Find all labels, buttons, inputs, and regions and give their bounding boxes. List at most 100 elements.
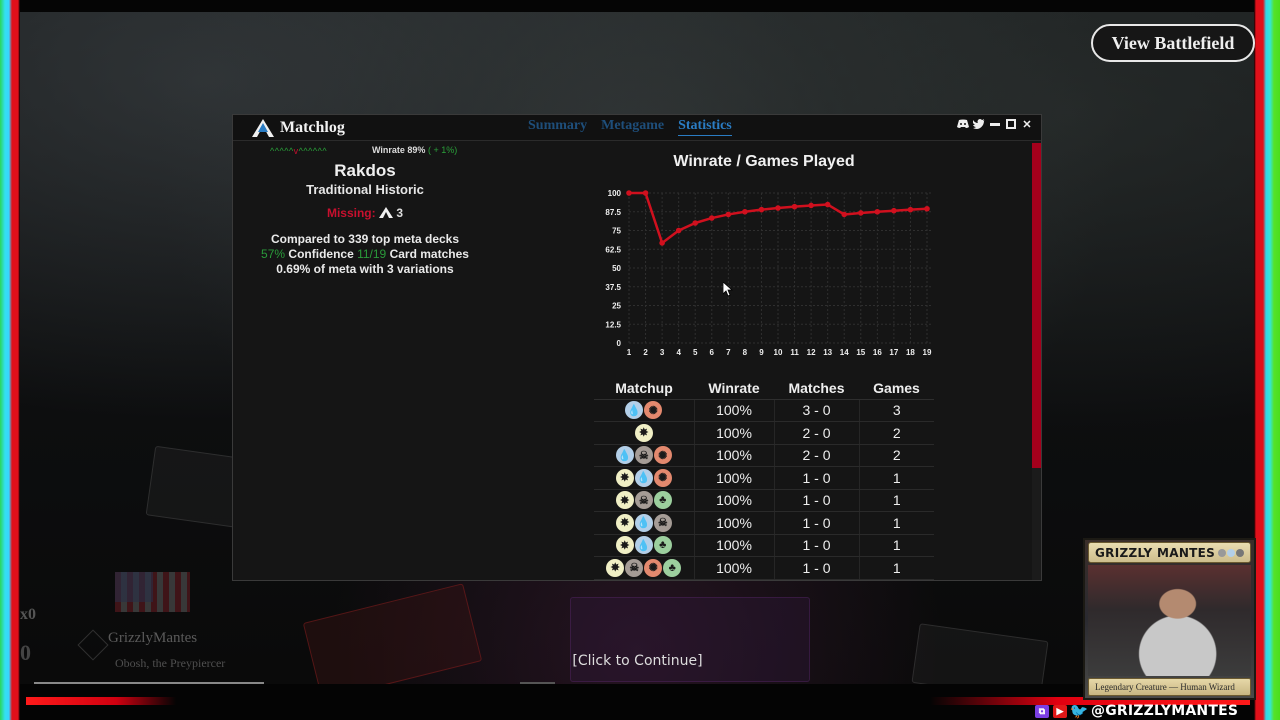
matchup-record: 1 - 0 — [773, 556, 859, 580]
wildcard-icon — [378, 207, 393, 218]
matchlog-tabs: Summary Metagame Statistics — [528, 118, 732, 136]
missing-wildcards: Missing: 3 — [233, 206, 497, 220]
mana-cost-icons — [1218, 548, 1244, 557]
tab-summary[interactable]: Summary — [528, 118, 587, 136]
y-tick-label: 37.5 — [605, 283, 621, 292]
minimize-icon[interactable] — [989, 118, 1001, 130]
column-header-matchup[interactable]: Matchup — [594, 377, 694, 400]
table-row[interactable]: ✸ ☠ ♣ 100% 1 - 01 — [594, 489, 934, 512]
webcam-type-bar: Legendary Creature — Human Wizard — [1088, 678, 1251, 696]
data-point — [675, 227, 682, 234]
compared-text: Compared to 339 top meta decks — [270, 232, 460, 246]
matchup-colors: ✸ ☠ ✺ ♣ — [594, 556, 694, 580]
x-tick-label: 17 — [889, 348, 898, 357]
matchlog-window: Matchlog Summary Metagame Statistics ✕ ^… — [232, 114, 1042, 581]
youtube-icon: ▶ — [1053, 704, 1067, 718]
x-tick-label: 10 — [774, 348, 783, 357]
data-point — [775, 205, 781, 211]
data-point — [642, 190, 649, 196]
table-row[interactable]: ✸ 💧 ♣ 100% 1 - 01 — [594, 534, 934, 557]
column-header-matches[interactable]: Matches — [774, 377, 859, 400]
discord-icon[interactable] — [957, 118, 969, 130]
matchup-games: 1 — [858, 489, 934, 512]
table-row[interactable]: ✸ 💧 ✺ 100% 1 - 01 — [594, 466, 934, 490]
data-point — [891, 207, 897, 214]
matchup-games: 2 — [858, 444, 934, 467]
data-point — [924, 205, 930, 212]
data-point — [742, 208, 748, 215]
mana-black-icon: ☠ — [634, 491, 653, 510]
matchup-record: 2 - 0 — [773, 444, 859, 467]
x-tick-label: 6 — [710, 348, 715, 357]
data-point — [692, 220, 699, 226]
data-point — [874, 208, 881, 215]
matchup-colors: ✸ 💧 ☠ — [594, 511, 694, 535]
matchup-table: Matchup Winrate Matches Games 💧 ✺ 100% 3 - … — [594, 377, 934, 580]
view-battlefield-button[interactable]: View Battlefield — [1091, 24, 1255, 62]
x-tick-label: 15 — [856, 348, 865, 357]
twitter-icon[interactable] — [973, 118, 985, 130]
mana-blue-icon: 💧 — [634, 513, 653, 532]
x-tick-label: 2 — [643, 348, 648, 357]
x-tick-label: 5 — [693, 348, 698, 357]
matchlog-header: Matchlog Summary Metagame Statistics ✕ — [233, 115, 1041, 141]
webcam-title-bar: GRIZZLY MANTES — [1088, 542, 1251, 563]
y-tick-label: 25 — [612, 302, 621, 311]
table-row[interactable]: 💧 ☠ ✺ 100% 2 - 02 — [594, 444, 934, 467]
matchup-record: 1 - 0 — [773, 511, 859, 535]
deck-winrate: Winrate 89% ( + 1%) — [372, 145, 457, 155]
data-point — [791, 203, 798, 210]
life-count: 0 — [20, 640, 31, 665]
matchup-colors: ✸ 💧 ♣ — [594, 534, 694, 557]
win-loss-streak: ^^^^^v^^^^^^ — [270, 146, 327, 156]
click-to-continue[interactable]: [Click to Continue] — [560, 653, 715, 669]
close-icon[interactable]: ✕ — [1021, 118, 1033, 131]
win-marker-icon: ^ — [322, 146, 328, 156]
matchup-colors: 💧 ✺ — [594, 399, 694, 422]
matchlog-logo-icon — [252, 119, 274, 137]
mana-blue-icon: 💧 — [625, 401, 644, 420]
maximize-icon[interactable] — [1005, 118, 1017, 130]
data-point — [708, 215, 715, 221]
x-tick-label: 8 — [743, 348, 748, 357]
column-header-games[interactable]: Games — [859, 377, 934, 400]
deck-winrate-delta: ( + 1%) — [427, 145, 458, 155]
matchup-games: 1 — [858, 534, 934, 557]
x-tick-label: 4 — [676, 348, 681, 357]
matchup-record: 1 - 0 — [773, 489, 859, 512]
scrollbar[interactable] — [1032, 143, 1041, 580]
card-matches: 11/19 — [357, 247, 387, 261]
matchup-winrate: 100% — [693, 421, 774, 445]
table-header-row: Matchup Winrate Matches Games — [594, 377, 934, 400]
tab-metagame[interactable]: Metagame — [601, 118, 664, 136]
hourglass-count: x0 — [20, 606, 36, 623]
table-row[interactable]: 💧 ✺ 100% 3 - 03 — [594, 399, 934, 422]
social-handle: @GRIZZLYMANTES — [1091, 703, 1239, 719]
tab-statistics[interactable]: Statistics — [678, 118, 732, 136]
matchup-winrate: 100% — [693, 466, 774, 490]
deck-name: Rakdos — [334, 161, 396, 180]
webcam-type-line: Legendary Creature — Human Wizard — [1095, 682, 1235, 692]
data-point — [626, 190, 632, 196]
mana-black-icon: ☠ — [625, 558, 644, 577]
matchup-games: 1 — [858, 466, 934, 490]
scrollbar-thumb[interactable] — [1032, 143, 1041, 468]
mana-green-icon: ♣ — [663, 558, 682, 577]
card-matches-label: Card matches — [389, 247, 469, 261]
column-header-winrate[interactable]: Winrate — [694, 377, 774, 400]
y-tick-label: 50 — [612, 264, 621, 273]
webcam-video — [1088, 565, 1251, 676]
mouse-cursor-icon — [723, 282, 733, 296]
mana-white-icon: ✸ — [615, 468, 634, 487]
matchup-winrate: 100% — [693, 534, 774, 557]
mana-blue-icon: 💧 — [634, 536, 653, 555]
mana-white-icon: ✸ — [634, 423, 653, 442]
player-name: GrizzlyMantes — [108, 630, 198, 646]
matchup-winrate: 100% — [693, 399, 774, 422]
table-row[interactable]: ✸ 100% 2 - 02 — [594, 421, 934, 445]
mana-black-icon: ☠ — [634, 446, 653, 465]
x-tick-label: 12 — [807, 348, 816, 357]
mana-red-icon: ✺ — [653, 446, 672, 465]
table-row[interactable]: ✸ ☠ ✺ ♣ 100% 1 - 01 — [594, 556, 934, 580]
table-row[interactable]: ✸ 💧 ☠ 100% 1 - 01 — [594, 511, 934, 535]
